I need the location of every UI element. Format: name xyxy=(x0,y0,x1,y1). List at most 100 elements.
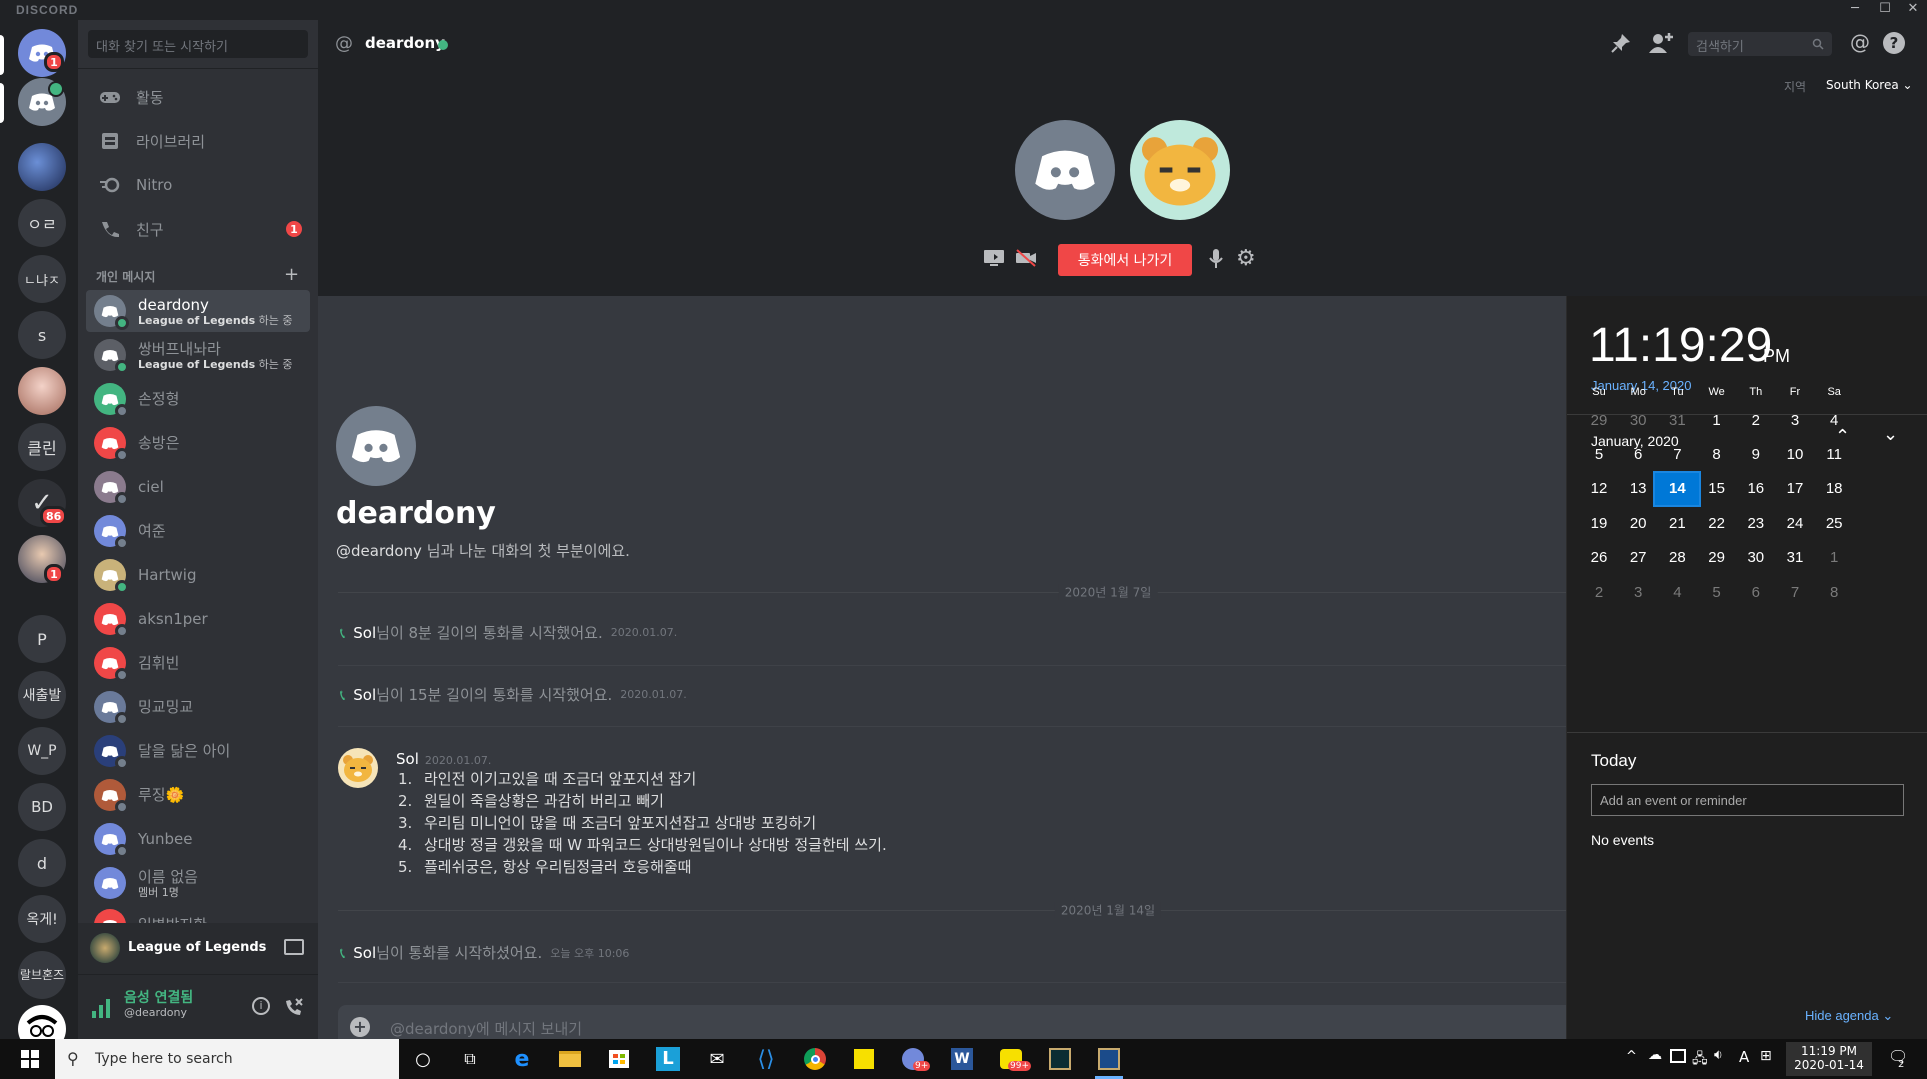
server-icon[interactable]: 새출발 xyxy=(18,671,66,719)
hide-agenda-label: Hide agenda xyxy=(1805,1008,1879,1023)
dm-item[interactable]: 쌍버프내놔라 League of Legends 하는 중 xyxy=(86,334,310,376)
calendar-day[interactable]: 8 xyxy=(1810,574,1858,610)
dm-item[interactable]: 루징🌼 xyxy=(86,774,310,816)
mail-icon[interactable]: ✉ xyxy=(703,1045,731,1073)
taskbar-search[interactable]: ⚲ Type here to search xyxy=(55,1039,399,1079)
cortana-icon[interactable]: ○ xyxy=(409,1045,437,1073)
server-icon[interactable]: ㅇㄹ xyxy=(18,199,66,247)
dm-avatar xyxy=(94,823,129,858)
message-line: 5. 플레쉬궁은, 항상 우리팀정글러 호응해줄때 xyxy=(398,856,887,878)
video-off-icon[interactable] xyxy=(1015,248,1037,268)
nav-activity[interactable]: 활동 xyxy=(86,76,310,118)
server-icon[interactable]: s xyxy=(18,311,66,359)
add-event-input[interactable]: Add an event or reminder xyxy=(1591,784,1904,816)
calendar-day[interactable]: 4 xyxy=(1810,402,1858,438)
edge-icon[interactable]: e xyxy=(508,1045,536,1073)
file-explorer-icon[interactable] xyxy=(556,1045,584,1073)
search-input[interactable]: 검색하기 xyxy=(1688,32,1832,56)
nav-library[interactable]: 라이브러리 xyxy=(86,120,310,162)
author-avatar[interactable] xyxy=(338,748,378,788)
calendar-day[interactable]: 11 xyxy=(1810,436,1858,472)
server-icon[interactable]: ㄴ냐ㅈ xyxy=(18,255,66,303)
dm-item[interactable]: 김휘빈 xyxy=(86,642,310,684)
activity-game: League of Legends xyxy=(128,940,267,955)
server-icon[interactable]: BD xyxy=(18,783,66,831)
dm-item[interactable]: deardony League of Legends 하는 중 xyxy=(86,290,310,332)
sticky-notes-icon[interactable] xyxy=(850,1045,878,1073)
nav-nitro[interactable]: Nitro xyxy=(86,164,310,206)
close-button[interactable]: ✕ xyxy=(1901,1,1925,16)
system-user: Sol xyxy=(353,685,377,704)
hide-agenda-link[interactable]: Hide agenda ⌄ xyxy=(1805,1008,1893,1024)
league-client-icon[interactable] xyxy=(1046,1045,1074,1073)
leave-call-button[interactable]: 통화에서 나가기 xyxy=(1058,244,1192,276)
show-hidden-icons-chevron-icon[interactable]: ^ xyxy=(1626,1049,1637,1064)
message-line: 1. 라인전 이기고있을 때 조금더 앞포지션 잡기 xyxy=(398,768,887,790)
dm-item[interactable]: ciel xyxy=(86,466,310,508)
dm-item[interactable]: Hartwig xyxy=(86,554,310,596)
phone-icon: 📞︎ xyxy=(340,623,346,642)
minimize-button[interactable]: ─ xyxy=(1843,1,1867,16)
word-icon[interactable]: W xyxy=(948,1045,976,1073)
chrome-icon[interactable] xyxy=(801,1045,829,1073)
dm-item[interactable]: 밍교밍교 xyxy=(86,686,310,728)
find-conversation-input[interactable]: 대화 찾기 또는 시작하기 xyxy=(88,30,308,58)
phone-icon: 📞︎ xyxy=(340,943,346,962)
upload-plus-icon[interactable]: + xyxy=(350,1017,370,1037)
dm-item[interactable]: 송방은 xyxy=(86,422,310,464)
timestamp: 2020.01.07. xyxy=(610,626,678,639)
nav-label: 활동 xyxy=(136,88,164,107)
dm-item[interactable]: aksn1per xyxy=(86,598,310,640)
call-participant-avatar[interactable] xyxy=(1015,120,1115,220)
ime-icon[interactable]: ⊞ xyxy=(1760,1048,1772,1064)
maximize-button[interactable]: ☐ xyxy=(1873,1,1897,16)
line-text: 라인전 이기고있을 때 조금더 앞포지션 잡기 xyxy=(424,770,697,788)
network-icon[interactable]: 🖧︎ xyxy=(1692,1048,1708,1072)
nav-friends[interactable]: 친구 1 xyxy=(86,208,310,250)
windows-start-icon[interactable] xyxy=(16,1045,44,1073)
dm-item[interactable]: 손정형 xyxy=(86,378,310,420)
server-icon[interactable]: 클린 xyxy=(18,423,66,471)
store-icon[interactable] xyxy=(605,1045,633,1073)
stream-icon[interactable] xyxy=(284,939,304,955)
calendar-day[interactable]: 25 xyxy=(1810,505,1858,541)
dm-item[interactable]: 달을 닮은 아이 xyxy=(86,730,310,772)
mentions-icon[interactable]: @ xyxy=(1848,30,1872,54)
region-select[interactable]: South Korea ⌄ xyxy=(1826,78,1913,92)
server-icon-image[interactable] xyxy=(18,367,66,415)
server-icon[interactable]: P xyxy=(18,615,66,663)
voice-status[interactable]: 음성 연결됨 xyxy=(124,987,193,1007)
taskbar-clock[interactable]: 11:19 PM 2020-01-14 xyxy=(1786,1042,1872,1076)
dm-item[interactable]: 여준 xyxy=(86,510,310,552)
volume-icon[interactable]: 🔉︎ xyxy=(1714,1047,1723,1063)
next-month-chevron-down-icon[interactable]: ⌄ xyxy=(1883,424,1898,445)
calendar-day[interactable]: 18 xyxy=(1810,471,1858,507)
dm-item[interactable]: 이름 없음 멤버 1명 xyxy=(86,862,310,904)
settings-gear-icon[interactable]: ⚙ xyxy=(1236,246,1256,271)
server-icon[interactable]: 옥게! xyxy=(18,895,66,943)
friends-badge: 1 xyxy=(286,221,302,237)
league-game-icon[interactable] xyxy=(1095,1045,1123,1073)
task-view-icon[interactable]: ⧉ xyxy=(456,1045,484,1073)
microphone-icon[interactable] xyxy=(1208,248,1224,270)
help-icon[interactable]: ? xyxy=(1883,32,1905,54)
info-icon[interactable]: i xyxy=(252,997,270,1015)
server-list: 1 ㅇㄹ ㄴ냐ㅈ s 클린 ✓ 86 1 P 새출발 W_P BD d 옥게! … xyxy=(0,20,78,1053)
call-participant-avatar[interactable] xyxy=(1130,120,1230,220)
dm-item[interactable]: Yunbee xyxy=(86,818,310,860)
create-dm-button[interactable]: + xyxy=(284,264,299,285)
calendar-day[interactable]: 1 xyxy=(1810,540,1858,576)
dm-name: 달을 닮은 아이 xyxy=(138,742,231,760)
server-icon[interactable]: 랄브혼즈 xyxy=(18,951,66,999)
input-language-indicator[interactable]: A xyxy=(1739,1048,1749,1066)
onedrive-icon[interactable]: ☁ xyxy=(1648,1047,1662,1063)
server-icon-image[interactable] xyxy=(18,143,66,191)
add-friend-icon[interactable] xyxy=(1648,31,1674,55)
battery-icon[interactable] xyxy=(1670,1049,1686,1063)
pin-icon[interactable] xyxy=(1610,32,1632,54)
app-l-icon[interactable]: L xyxy=(654,1045,682,1073)
server-icon[interactable]: W_P xyxy=(18,727,66,775)
vscode-icon[interactable]: ⟨⟩ xyxy=(752,1045,780,1073)
server-icon[interactable]: d xyxy=(18,839,66,887)
screen-share-icon[interactable] xyxy=(983,248,1005,268)
